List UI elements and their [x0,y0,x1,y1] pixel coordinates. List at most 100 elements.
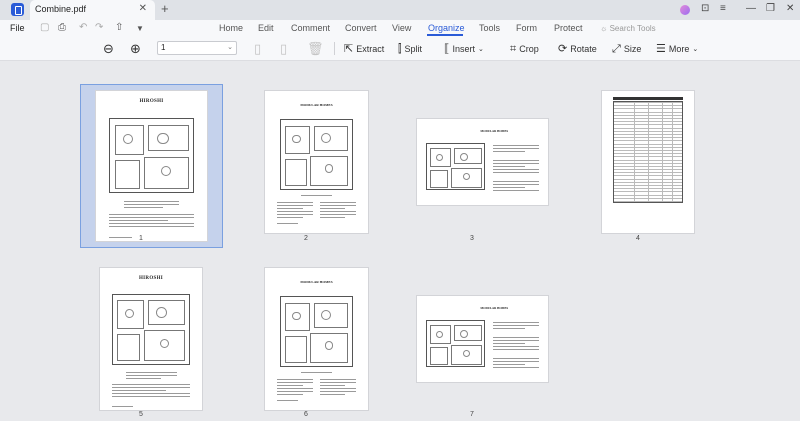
print-icon[interactable]: ⎙ [58,22,66,34]
crop-button[interactable]: ⌗ Crop [510,41,539,56]
split-button[interactable]: ⫿ Split [398,41,422,56]
text-line [492,172,539,174]
delete-icon: 🗑 [307,41,324,56]
text-line [319,381,356,383]
page-thumbnail[interactable] [602,91,694,233]
insert-before-icon: ▯ [254,41,262,56]
page-thumbnail[interactable]: MODULAR HOMES [265,268,368,410]
menu-organize[interactable]: Organize [428,23,465,33]
split-icon: ⫿ [398,42,402,55]
menu-home[interactable]: Home [219,23,243,33]
page-heading: HIROSHI [139,99,164,104]
more-button[interactable]: ☰ More ⌄ [656,41,698,56]
text-line [301,194,332,196]
floor-plan-room [148,300,186,326]
table-column-line [634,102,636,203]
rotate-icon: ⟳ [558,42,568,55]
new-tab-icon[interactable]: + [161,2,169,16]
menu-comment[interactable]: Comment [291,23,330,33]
page-heading: HIROSHI [138,276,164,281]
floor-plan-table [155,307,167,319]
undo-icon[interactable]: ↶ [79,22,87,34]
menu-protect[interactable]: Protect [554,23,583,33]
title-bar: Combine.pdf ✕ + ⊡ ≡ — ❐ ✕ [0,0,800,20]
crop-icon: ⌗ [510,42,517,55]
page-number-select[interactable]: 1 ⌄ [157,41,237,55]
text-line [492,166,526,168]
document-tab[interactable]: Combine.pdf ✕ [30,0,155,20]
search-tools-label: Search Tools [609,24,656,33]
restore-icon[interactable]: ❐ [766,3,775,15]
share-icon[interactable]: ⇧ [115,22,123,34]
rotate-button[interactable]: ⟳ Rotate [558,41,597,56]
text-line [112,384,190,386]
floor-plan-room [117,333,141,361]
text-line [125,374,177,376]
floor-plan-drawing [280,296,353,368]
text-line [277,378,314,380]
text-line [109,226,194,227]
menu-icon[interactable]: ≡ [720,3,726,15]
save-icon[interactable]: ▢ [40,22,49,34]
table-column-line [671,102,673,203]
text-line [125,371,177,373]
redo-icon[interactable]: ↷ [95,22,103,34]
quick-access-dropdown-icon[interactable]: ▼ [136,23,144,35]
text-line [492,169,539,171]
insert-button[interactable]: ⟦ Insert ⌄ [444,41,484,56]
page-thumbnail[interactable]: HIROSHI [100,268,202,410]
page-thumbnail[interactable]: MODULAR HOMES [417,119,548,205]
table-header-bar [613,97,683,100]
search-icon: ☼ [600,24,608,33]
extract-button[interactable]: ⇱ Extract [344,41,384,56]
menu-convert[interactable]: Convert [345,23,377,33]
menu-form[interactable]: Form [516,23,537,33]
search-tools[interactable]: ☼ Search Tools [600,24,656,33]
close-tab-icon[interactable]: ✕ [139,3,147,15]
text-line [492,163,539,165]
text-line [492,363,526,365]
floor-plan-room [285,336,307,364]
floor-plan-drawing [426,143,486,191]
zoom-out-icon[interactable]: ⊖ [103,41,114,56]
page-thumbnail[interactable]: MODULAR HOMES [417,296,548,382]
close-window-icon[interactable]: ✕ [786,3,794,15]
page-number-label: 2 [304,235,308,242]
floor-plan-room [313,303,349,328]
menu-view[interactable]: View [392,23,411,33]
page-thumbnail[interactable]: HIROSHI [96,91,207,241]
text-line [123,203,180,205]
text-line [277,384,303,386]
message-icon[interactable]: ⊡ [701,3,709,15]
page-heading: MODULAR HOMES [480,306,509,310]
floor-plan-drawing [112,293,190,365]
size-button[interactable]: ⤢ Size [612,41,641,56]
text-line [319,201,356,203]
floor-plan-drawing [109,118,194,193]
table-column-line [661,102,663,203]
text-line [109,220,169,221]
floor-plan-room [430,170,448,189]
menu-tools[interactable]: Tools [479,23,500,33]
text-line [277,201,314,203]
text-line [492,160,539,162]
text-line [492,321,539,323]
avatar[interactable] [680,5,690,15]
text-line [492,337,539,339]
page-number-label: 6 [304,411,308,418]
minimize-icon[interactable]: — [746,3,756,15]
file-menu[interactable]: File [10,23,25,33]
page-thumbnail[interactable]: MODULAR HOMES [265,91,368,233]
rotate-label: Rotate [570,43,597,54]
insert-icon: ⟦ [444,42,450,55]
text-line [492,346,539,348]
page-heading: MODULAR HOMES [480,129,509,133]
insert-label: Insert [452,43,475,54]
text-line [277,216,303,218]
chevron-down-icon: ⌄ [227,44,233,51]
menu-edit[interactable]: Edit [258,23,274,33]
text-line [319,207,345,209]
zoom-in-icon[interactable]: ⊕ [130,41,141,56]
page-heading: MODULAR HOMES [300,280,333,284]
text-line [277,400,298,402]
